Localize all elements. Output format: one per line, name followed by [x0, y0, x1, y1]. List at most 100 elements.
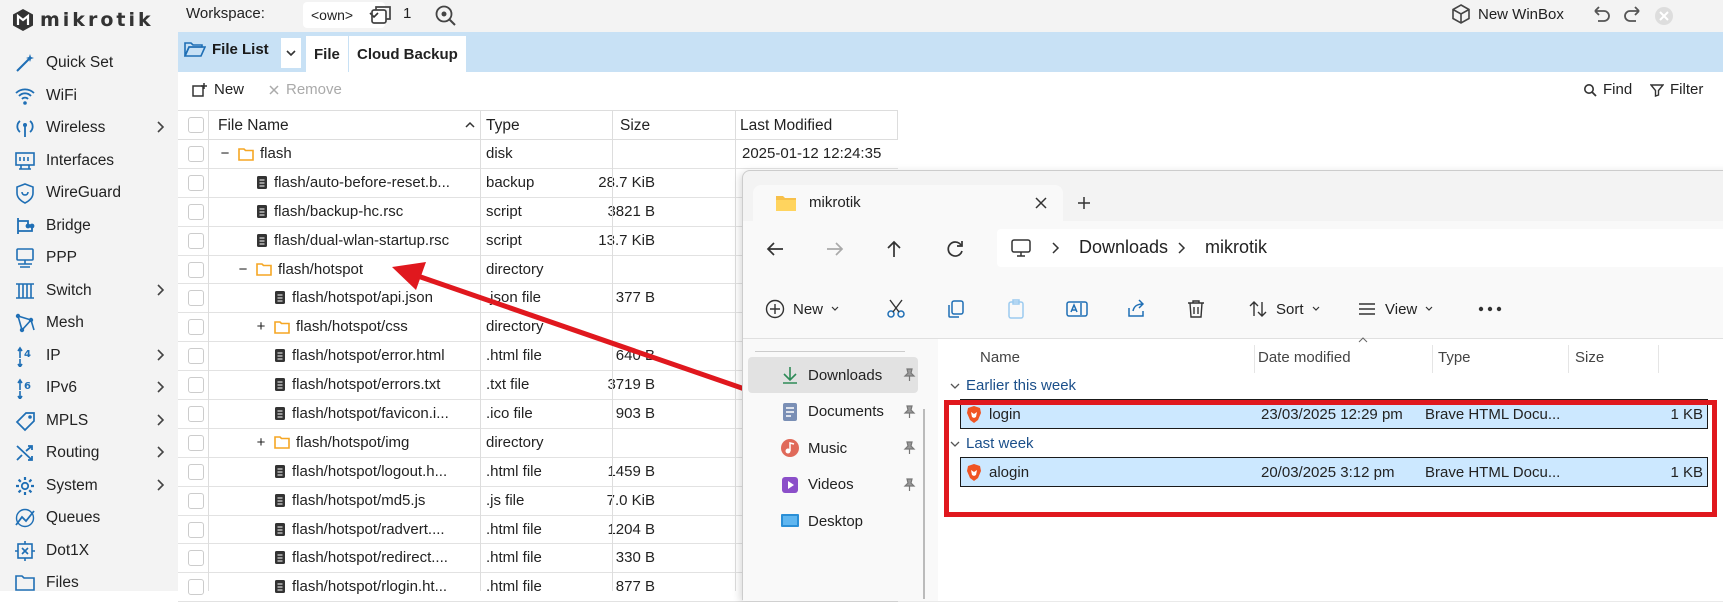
- row-checkbox[interactable]: [188, 174, 204, 191]
- sidebar-item-mpls[interactable]: MPLS: [0, 405, 178, 438]
- col-type[interactable]: Type: [486, 117, 520, 135]
- highlight-box: [944, 400, 1717, 517]
- chevron-right-wrap: [156, 380, 166, 394]
- nav-scrollbar[interactable]: [923, 409, 925, 599]
- close-icon[interactable]: [1653, 5, 1675, 27]
- row-checkbox[interactable]: [188, 521, 204, 538]
- tab-cloud-backup[interactable]: Cloud Backup: [349, 36, 466, 72]
- back-icon[interactable]: [765, 240, 785, 258]
- row-checkbox[interactable]: [188, 579, 204, 596]
- chevron-right-icon: [157, 413, 165, 426]
- sidebar-item-switch[interactable]: Switch: [0, 275, 178, 308]
- tab-file-list[interactable]: File List: [184, 40, 269, 58]
- explorer-sort-button[interactable]: Sort: [1248, 299, 1320, 319]
- share-icon[interactable]: [1126, 299, 1146, 319]
- table-header: File Name Type Size Last Modified: [178, 110, 898, 140]
- tab-dropdown[interactable]: [281, 38, 301, 68]
- breadcrumb-downloads[interactable]: Downloads: [1079, 237, 1168, 258]
- explorer-group-header[interactable]: Earlier this week: [950, 377, 1076, 394]
- explorer-nav-documents[interactable]: Documents: [748, 394, 918, 430]
- row-checkbox[interactable]: [188, 319, 204, 336]
- windows-icon[interactable]: [370, 4, 394, 26]
- row-checkbox[interactable]: [188, 146, 204, 162]
- row-checkbox[interactable]: [188, 463, 204, 480]
- find-button[interactable]: Find: [1583, 81, 1632, 98]
- sidebar-item-wireguard[interactable]: WireGuard: [0, 177, 178, 210]
- row-expander[interactable]: −: [218, 145, 232, 162]
- search-icon[interactable]: [433, 3, 459, 27]
- copy-icon[interactable]: [946, 299, 966, 319]
- up-icon[interactable]: [885, 239, 903, 259]
- table-row[interactable]: − flash disk 2025-01-12 12:24:35: [178, 140, 898, 169]
- row-expander[interactable]: +: [254, 318, 268, 335]
- cell-file-name: − flash/hotspot: [236, 261, 363, 278]
- plus-circle-icon: [765, 299, 785, 319]
- col-file-name[interactable]: File Name: [218, 117, 289, 135]
- pin-icon: [903, 404, 916, 418]
- sidebar-item-queues[interactable]: Queues: [0, 502, 178, 535]
- sidebar-item-routing[interactable]: Routing: [0, 437, 178, 470]
- sidebar-item-interfaces[interactable]: Interfaces: [0, 145, 178, 178]
- explorer-nav-videos[interactable]: Videos: [748, 467, 918, 503]
- delete-icon[interactable]: [1186, 299, 1206, 319]
- row-checkbox[interactable]: [188, 203, 204, 220]
- add-tab-icon[interactable]: [1076, 195, 1092, 211]
- refresh-icon[interactable]: [945, 239, 965, 259]
- explorer-nav-downloads[interactable]: Downloads: [748, 357, 918, 393]
- sidebar-item-wifi[interactable]: WiFi: [0, 80, 178, 113]
- file-icon: [275, 291, 285, 305]
- forward-icon[interactable]: [825, 240, 845, 258]
- close-icon[interactable]: [1033, 195, 1049, 211]
- remove-button[interactable]: Remove: [268, 81, 342, 98]
- col-date-modified[interactable]: Date modified: [1258, 349, 1351, 366]
- row-checkbox[interactable]: [188, 550, 204, 567]
- sidebar-item-bridge[interactable]: Bridge: [0, 210, 178, 243]
- col-size[interactable]: Size: [620, 117, 650, 135]
- address-bar[interactable]: Downloads mikrotik: [997, 229, 1723, 267]
- explorer-view-button[interactable]: View: [1357, 299, 1433, 319]
- col-file-size[interactable]: Size: [1575, 349, 1604, 366]
- sidebar-item-dot1x[interactable]: Dot1X: [0, 535, 178, 568]
- explorer-nav-desktop[interactable]: Desktop: [748, 503, 918, 539]
- redo-icon[interactable]: [1622, 5, 1644, 25]
- sidebar-item-wireless[interactable]: Wireless: [0, 112, 178, 145]
- explorer-new-button[interactable]: New: [765, 299, 839, 319]
- sidebar-item-ipv6[interactable]: 6 IPv6: [0, 372, 178, 405]
- search-icon: [1584, 83, 1597, 97]
- col-name[interactable]: Name: [980, 349, 1020, 366]
- row-expander[interactable]: +: [254, 434, 268, 451]
- select-all-checkbox[interactable]: [188, 117, 204, 133]
- filter-button[interactable]: Filter: [1650, 81, 1703, 98]
- row-checkbox[interactable]: [188, 290, 204, 307]
- undo-icon[interactable]: [1590, 5, 1612, 25]
- row-checkbox[interactable]: [188, 261, 204, 278]
- explorer-tab[interactable]: mikrotik: [753, 185, 1063, 221]
- row-expander[interactable]: −: [236, 261, 250, 278]
- row-checkbox[interactable]: [188, 492, 204, 509]
- sidebar-item-quick-set[interactable]: Quick Set: [0, 47, 178, 80]
- new-winbox-button[interactable]: New WinBox: [1450, 3, 1564, 25]
- sidebar-item-ip[interactable]: 4 IP: [0, 340, 178, 373]
- sidebar-item-ppp[interactable]: PPP: [0, 242, 178, 275]
- row-checkbox[interactable]: [188, 377, 204, 394]
- col-file-type[interactable]: Type: [1438, 349, 1471, 366]
- breadcrumb-mikrotik[interactable]: mikrotik: [1205, 237, 1267, 258]
- col-last-modified[interactable]: Last Modified: [740, 117, 832, 135]
- row-checkbox[interactable]: [188, 406, 204, 423]
- row-checkbox[interactable]: [188, 348, 204, 365]
- row-checkbox[interactable]: [188, 434, 204, 451]
- rename-icon[interactable]: [1066, 299, 1088, 319]
- new-button[interactable]: New: [192, 81, 244, 98]
- paste-icon[interactable]: [1006, 299, 1026, 319]
- cut-icon[interactable]: [886, 299, 906, 319]
- explorer-new-label: New: [793, 300, 824, 318]
- sidebar-item-system[interactable]: System: [0, 470, 178, 503]
- folder-icon: [274, 321, 290, 334]
- sidebar-item-mesh[interactable]: Mesh: [0, 307, 178, 340]
- explorer-nav-music[interactable]: Music: [748, 430, 918, 466]
- more-options-icon[interactable]: [1478, 305, 1502, 313]
- tab-file[interactable]: File: [306, 36, 348, 72]
- sidebar-item-files[interactable]: Files: [0, 567, 178, 600]
- sidebar-item-label: Switch: [46, 281, 92, 299]
- row-checkbox[interactable]: [188, 232, 204, 249]
